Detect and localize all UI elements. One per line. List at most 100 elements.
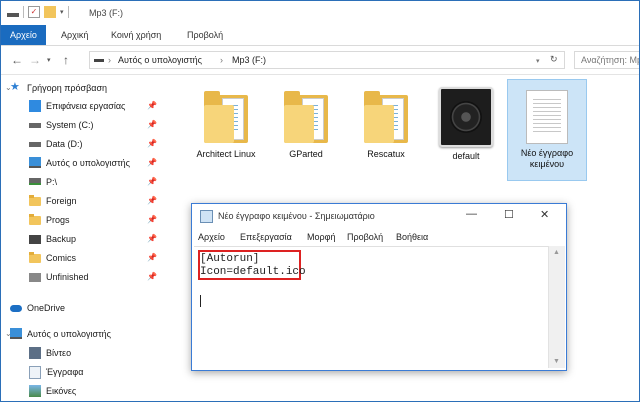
navigation-pane: ⌄ ★ Γρήγορη πρόσβαση Επιφάνεια εργασίας … xyxy=(1,75,171,401)
file-name: Νέο έγγραφο κειμένου xyxy=(520,148,574,169)
chevron-down-icon[interactable]: ▾ xyxy=(536,57,540,65)
nav-quick-access[interactable]: ⌄ ★ Γρήγορη πρόσβαση xyxy=(1,79,171,97)
nav-label: Αυτός ο υπολογιστής xyxy=(27,329,111,339)
maximize-icon[interactable]: ☐ xyxy=(504,208,514,221)
network-drive-icon xyxy=(29,178,41,185)
nav-item-comics[interactable]: Comics 📌 xyxy=(1,249,171,267)
notepad-title-bar[interactable]: Νέο έγγραφο κειμένου - Σημειωματάριο — ☐… xyxy=(192,204,566,228)
breadcrumb-this-pc[interactable]: Αυτός ο υπολογιστής xyxy=(118,55,202,65)
pin-icon[interactable]: 📌 xyxy=(147,215,157,224)
notepad-menu-bar: Αρχείο Επεξεργασία Μορφή Προβολή Βοήθεια xyxy=(192,229,566,245)
refresh-icon[interactable]: ↻ xyxy=(550,54,558,65)
folder-icon xyxy=(29,235,41,244)
scroll-down-icon[interactable]: ▼ xyxy=(553,358,560,365)
file-item-default[interactable]: default xyxy=(427,79,505,162)
recent-locations-icon[interactable]: ▾ xyxy=(47,56,51,64)
vertical-scrollbar[interactable]: ▲ ▼ xyxy=(548,246,565,368)
file-name: Rescatux xyxy=(367,149,405,159)
tab-home[interactable]: Αρχική xyxy=(61,25,88,45)
path-box[interactable]: › Αυτός ο υπολογιστής › Mp3 (F:) ▾ ↻ xyxy=(89,51,565,69)
nav-item-foreign[interactable]: Foreign 📌 xyxy=(1,192,171,210)
text-line: [Autorun] xyxy=(200,253,260,265)
nav-label: Progs xyxy=(46,215,70,225)
nav-item-videos[interactable]: Βίντεο xyxy=(1,344,171,362)
documents-icon xyxy=(29,366,41,379)
nav-item-data-d[interactable]: Data (D:) 📌 xyxy=(1,135,171,153)
nav-item-unfinished[interactable]: Unfinished 📌 xyxy=(1,268,171,286)
pin-icon[interactable]: 📌 xyxy=(147,196,157,205)
nav-onedrive[interactable]: OneDrive xyxy=(1,299,171,317)
text-line: Icon=default.ico xyxy=(200,266,306,278)
close-icon[interactable]: ✕ xyxy=(540,208,549,221)
menu-view[interactable]: Προβολή xyxy=(347,232,383,242)
nav-label: Αυτός ο υπολογιστής xyxy=(46,158,130,168)
nav-item-desktop[interactable]: Επιφάνεια εργασίας 📌 xyxy=(1,97,171,115)
tab-share[interactable]: Κοινή χρήση xyxy=(111,25,161,45)
search-placeholder: Αναζήτηση: Mp3 (F:) xyxy=(581,55,639,65)
pin-icon[interactable]: 📌 xyxy=(147,139,157,148)
menu-edit[interactable]: Επεξεργασία xyxy=(240,232,292,242)
nav-item-p-drive[interactable]: P:\ 📌 xyxy=(1,173,171,191)
file-item-new-text-document[interactable]: Νέο έγγραφο κειμένου xyxy=(507,79,587,181)
menu-format[interactable]: Μορφή xyxy=(307,232,335,242)
menu-help[interactable]: Βοήθεια xyxy=(396,232,428,242)
nav-label: P:\ xyxy=(46,177,58,187)
tab-file[interactable]: Αρχείο xyxy=(1,25,46,45)
pin-icon[interactable]: 📌 xyxy=(147,120,157,129)
chevron-right-icon[interactable]: › xyxy=(108,55,111,65)
star-icon: ★ xyxy=(10,81,20,93)
file-item-gparted[interactable]: GParted xyxy=(267,79,345,160)
pin-icon[interactable]: 📌 xyxy=(147,272,157,281)
forward-arrow-icon[interactable]: → xyxy=(29,53,41,67)
nav-label: Βίντεο xyxy=(46,348,72,358)
nav-label: Comics xyxy=(46,253,77,263)
search-input[interactable]: Αναζήτηση: Mp3 (F:) xyxy=(574,51,639,69)
computer-icon xyxy=(29,157,41,168)
separator xyxy=(67,6,69,18)
nav-item-backup[interactable]: Backup 📌 xyxy=(1,230,171,248)
ribbon-tabs: Αρχείο Αρχική Κοινή χρήση Προβολή xyxy=(1,25,639,46)
properties-icon[interactable]: ✓ xyxy=(28,6,40,18)
pin-icon[interactable]: 📌 xyxy=(147,101,157,110)
notepad-icon xyxy=(200,210,213,223)
nav-label: Unfinished xyxy=(46,272,89,282)
desktop-icon xyxy=(29,100,41,112)
nav-item-this-pc[interactable]: Αυτός ο υπολογιστής 📌 xyxy=(1,154,171,172)
tab-view[interactable]: Προβολή xyxy=(187,25,223,45)
address-bar: ← → ▾ ↑ › Αυτός ο υπολογιστής › Mp3 (F:)… xyxy=(1,46,639,75)
nav-item-documents[interactable]: Έγγραφα xyxy=(1,363,171,381)
menu-file[interactable]: Αρχείο xyxy=(198,232,225,242)
file-name: default xyxy=(452,151,480,161)
file-item-rescatux[interactable]: Rescatux xyxy=(347,79,425,160)
pin-icon[interactable]: 📌 xyxy=(147,158,157,167)
folder-icon xyxy=(204,91,248,143)
explorer-window: ✓ ▾ Mp3 (F:) Αρχείο Αρχική Κοινή χρήση Π… xyxy=(0,0,640,402)
nav-item-progs[interactable]: Progs 📌 xyxy=(1,211,171,229)
chevron-right-icon[interactable]: › xyxy=(220,55,223,65)
nav-item-pictures[interactable]: Εικόνες xyxy=(1,382,171,400)
text-file-icon xyxy=(526,90,568,144)
file-item-architect-linux[interactable]: Architect Linux xyxy=(187,79,265,160)
drive-icon xyxy=(94,59,104,62)
speaker-icon xyxy=(439,87,493,147)
pin-icon[interactable]: 📌 xyxy=(147,177,157,186)
nav-item-system-c[interactable]: System (C:) 📌 xyxy=(1,116,171,134)
pin-icon[interactable]: 📌 xyxy=(147,234,157,243)
new-folder-icon[interactable] xyxy=(44,6,56,18)
title-bar: ✓ ▾ Mp3 (F:) xyxy=(1,1,639,25)
up-arrow-icon[interactable]: ↑ xyxy=(63,53,69,67)
file-name: Architect Linux xyxy=(196,149,256,159)
customize-toolbar-icon[interactable]: ▾ xyxy=(60,8,64,16)
window-title: Mp3 (F:) xyxy=(89,8,124,18)
folder-icon xyxy=(29,252,41,263)
drive-icon xyxy=(7,13,19,17)
scroll-up-icon[interactable]: ▲ xyxy=(553,249,560,256)
back-arrow-icon[interactable]: ← xyxy=(11,53,23,67)
pin-icon[interactable]: 📌 xyxy=(147,253,157,262)
breadcrumb-drive[interactable]: Mp3 (F:) xyxy=(232,55,266,65)
minimize-icon[interactable]: — xyxy=(466,208,477,220)
nav-this-pc[interactable]: ⌄ Αυτός ο υπολογιστής xyxy=(1,325,171,343)
notepad-content: [Autorun] Icon=default.ico xyxy=(200,253,306,279)
notepad-text-area[interactable]: [Autorun] Icon=default.ico xyxy=(194,246,548,369)
computer-icon xyxy=(10,328,22,339)
